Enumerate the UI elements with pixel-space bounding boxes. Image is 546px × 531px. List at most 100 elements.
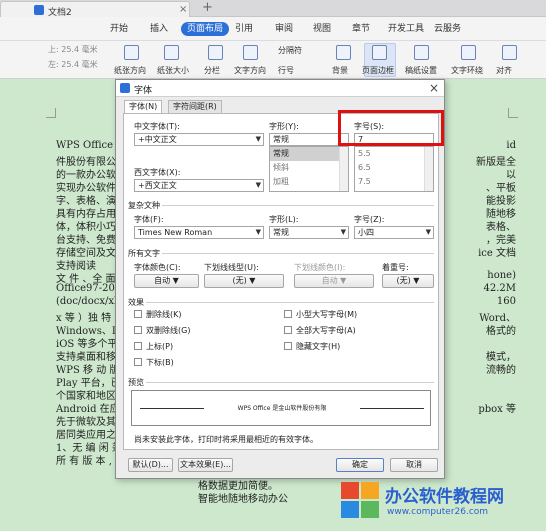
page-size-icon[interactable] xyxy=(164,45,179,60)
tab-review[interactable]: 审阅 xyxy=(275,22,293,36)
cn-font-select[interactable]: +中文正文 ▼ xyxy=(134,133,264,146)
document-line-right: 智能地随地移动办公 xyxy=(198,494,288,505)
effect-label[interactable]: 删除线(K) xyxy=(146,309,182,320)
scrollbar[interactable] xyxy=(424,147,433,191)
document-tab[interactable]: 文档2 × xyxy=(0,1,190,18)
text-direction-icon[interactable] xyxy=(243,45,258,60)
tab-chapter[interactable]: 章节 xyxy=(352,22,370,36)
page-border-button[interactable]: 页面边框 xyxy=(362,65,394,76)
draft-paper-button[interactable]: 稿纸设置 xyxy=(405,65,437,76)
document-line-end: hone) xyxy=(487,270,516,281)
tab-dev[interactable]: 开发工具 xyxy=(388,22,424,36)
complex-size-label: 字号(Z): xyxy=(354,215,385,224)
align-icon[interactable] xyxy=(502,45,517,60)
ribbon-tab-bar: 开始 插入 页面布局 引用 审阅 视图 章节 开发工具 云服务 xyxy=(0,17,546,41)
page-border-icon[interactable] xyxy=(372,45,387,60)
text-direction-button[interactable]: 文字方向 xyxy=(234,65,266,76)
effect-checkbox[interactable] xyxy=(134,342,142,350)
west-font-select[interactable]: +西文正文 ▼ xyxy=(134,179,264,192)
page-size-button[interactable]: 纸张大小 xyxy=(157,65,189,76)
orientation-icon[interactable] xyxy=(124,45,139,60)
divider xyxy=(146,302,434,303)
effect-checkbox[interactable] xyxy=(284,310,292,318)
effect-label[interactable]: 小型大写字母(M) xyxy=(296,309,357,320)
font-color-select[interactable]: 自动 ▼ xyxy=(134,274,199,288)
complex-size-select[interactable]: 小四 ▼ xyxy=(354,226,434,239)
size-option[interactable]: 5.5 xyxy=(355,147,433,161)
effect-checkbox[interactable] xyxy=(284,326,292,334)
effect-checkbox[interactable] xyxy=(284,342,292,350)
size-listbox[interactable]: 5.5 6.5 7.5 xyxy=(354,146,434,192)
preview-line xyxy=(360,408,424,409)
font-note: 尚未安装此字体，打印时将采用最相近的有效字体。 xyxy=(134,435,318,444)
effect-label[interactable]: 隐藏文字(H) xyxy=(296,341,340,352)
cancel-button[interactable]: 取消 xyxy=(390,458,438,472)
columns-icon[interactable] xyxy=(208,45,223,60)
scrollbar[interactable] xyxy=(339,147,348,191)
underline-label: 下划线线型(U): xyxy=(204,263,259,272)
effect-checkbox[interactable] xyxy=(134,358,142,366)
windows-logo-icon xyxy=(341,482,379,518)
tab-cloud[interactable]: 云服务 xyxy=(434,22,461,36)
cn-font-label: 中文字体(T): xyxy=(134,122,180,131)
effect-checkbox[interactable] xyxy=(134,326,142,334)
left-margin-label[interactable]: 左: 25.4 毫米 xyxy=(48,59,98,70)
complex-style-label: 字形(L): xyxy=(269,215,299,224)
top-margin-label[interactable]: 上: 25.4 毫米 xyxy=(48,44,98,55)
underline-color-value: 自动 xyxy=(321,276,338,285)
effect-label[interactable]: 上标(P) xyxy=(146,341,173,352)
preview-line xyxy=(140,408,204,409)
emphasis-select[interactable]: (无) ▼ xyxy=(382,274,434,288)
tab-insert[interactable]: 插入 xyxy=(150,22,168,36)
font-color-value: 自动 xyxy=(154,276,171,285)
effect-label[interactable]: 下标(B) xyxy=(146,357,174,368)
background-button[interactable]: 背景 xyxy=(332,65,348,76)
effect-label[interactable]: 全部大写字母(A) xyxy=(296,325,356,336)
new-tab-icon[interactable]: + xyxy=(202,0,213,15)
chevron-down-icon: ▼ xyxy=(255,135,261,143)
orientation-button[interactable]: 纸张方向 xyxy=(114,65,146,76)
underline-select[interactable]: (无) ▼ xyxy=(204,274,284,288)
align-button[interactable]: 对齐 xyxy=(496,65,512,76)
site-watermark: 办公软件教程网 www.computer26.com xyxy=(340,480,546,531)
effect-checkbox[interactable] xyxy=(134,310,142,318)
tab-font[interactable]: 字体(N) xyxy=(124,100,163,114)
style-option[interactable]: 倾斜 xyxy=(270,161,348,175)
default-button[interactable]: 默认(D)... xyxy=(128,458,173,472)
style-input[interactable]: 常规 xyxy=(269,133,349,146)
document-line-end: 格式的 xyxy=(486,326,516,337)
tab-layout[interactable]: 页面布局 xyxy=(181,22,230,36)
text-effect-button[interactable]: 文本效果(E)... xyxy=(178,458,233,472)
columns-button[interactable]: 分栏 xyxy=(204,65,220,76)
size-option[interactable]: 7.5 xyxy=(355,175,433,189)
ribbon-toolbar: 上: 25.4 毫米 左: 25.4 毫米 纸张方向 纸张大小 分栏 文字方向 … xyxy=(0,41,546,79)
font-color-label: 字体颜色(C): xyxy=(134,263,181,272)
ok-button[interactable]: 确定 xyxy=(336,458,384,472)
tab-start[interactable]: 开始 xyxy=(110,22,128,36)
style-option[interactable]: 常规 xyxy=(270,147,348,161)
background-icon[interactable] xyxy=(336,45,351,60)
tab-view[interactable]: 视图 xyxy=(313,22,331,36)
complex-style-select[interactable]: 常规 ▼ xyxy=(269,226,349,239)
tab-reference[interactable]: 引用 xyxy=(235,22,253,36)
complex-font-value: Times New Roman xyxy=(138,228,213,237)
tab-character-spacing[interactable]: 字符间距(R) xyxy=(168,100,222,113)
line-number-button[interactable]: 行号 xyxy=(278,65,294,76)
close-icon[interactable]: × xyxy=(429,81,439,95)
cn-font-value: +中文正文 xyxy=(138,135,177,144)
text-wrap-icon[interactable] xyxy=(461,45,476,60)
complex-section-label: 复杂文种 xyxy=(128,201,160,210)
style-listbox[interactable]: 常规 倾斜 加粗 xyxy=(269,146,349,192)
text-wrap-button[interactable]: 文字环绕 xyxy=(451,65,483,76)
size-option[interactable]: 6.5 xyxy=(355,161,433,175)
dialog-title-bar[interactable]: 字体 × xyxy=(116,80,444,97)
emphasis-value: (无) xyxy=(396,276,411,285)
document-line-end: ice 文档 xyxy=(478,248,516,259)
breaks-button[interactable]: 分隔符 xyxy=(278,45,302,56)
effect-label[interactable]: 双删除线(G) xyxy=(146,325,190,336)
close-tab-icon[interactable]: × xyxy=(179,4,187,15)
draft-paper-icon[interactable] xyxy=(414,45,429,60)
complex-font-select[interactable]: Times New Roman ▼ xyxy=(134,226,264,239)
style-option[interactable]: 加粗 xyxy=(270,175,348,189)
document-line-end: 42.2M xyxy=(483,283,516,294)
